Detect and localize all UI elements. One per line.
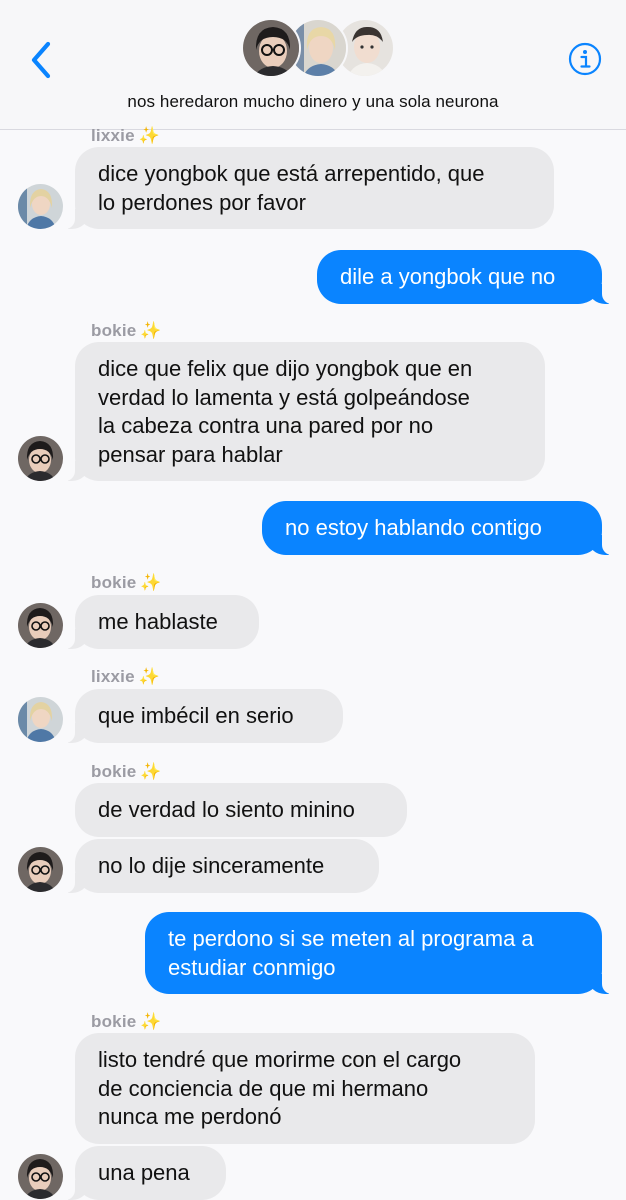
sender-name: bokie ✨ [91, 762, 162, 781]
group-avatars[interactable] [241, 18, 395, 80]
avatar-lixxie[interactable] [18, 184, 63, 229]
avatar-bokie[interactable] [18, 436, 63, 481]
message-bubble-incoming[interactable]: de verdad lo siento minino [75, 783, 407, 837]
message-bubble-incoming[interactable]: no lo dije sinceramente [61, 839, 379, 893]
sparkles-icon: ✨ [138, 126, 161, 145]
avatar-lixxie[interactable] [18, 697, 63, 742]
sender-name: bokie ✨ [91, 1012, 162, 1031]
group-avatar-1 [241, 18, 301, 78]
avatar-bokie[interactable] [18, 847, 63, 892]
sparkles-icon: ✨ [140, 321, 162, 340]
sender-name: bokie ✨ [91, 321, 162, 340]
sparkles-icon: ✨ [138, 667, 161, 686]
message-bubble-outgoing[interactable]: no estoy hablando contigo [262, 501, 616, 555]
message-bubble-incoming[interactable]: listo tendré que morirme con el cargo de… [75, 1033, 535, 1144]
avatar-bokie[interactable] [18, 603, 63, 648]
message-bubble-incoming[interactable]: dice yongbok que está arrepentido, que l… [61, 147, 554, 229]
chevron-left-icon[interactable] [26, 38, 56, 82]
message-bubble-incoming[interactable]: dice que felix que dijo yongbok que en v… [61, 342, 545, 481]
avatar-bokie[interactable] [18, 1154, 63, 1199]
message-bubble-outgoing[interactable]: te perdono si se meten al programa a est… [145, 912, 616, 994]
sender-name: bokie ✨ [91, 573, 162, 592]
sender-name: lixxie ✨ [91, 126, 161, 145]
message-bubble-incoming[interactable]: me hablaste [61, 595, 259, 649]
message-bubble-incoming[interactable]: una pena [61, 1146, 226, 1200]
conversation-header: nos heredaron mucho dinero y una sola ne… [0, 0, 626, 130]
message-bubble-incoming[interactable]: que imbécil en serio [61, 689, 343, 743]
message-bubble-outgoing[interactable]: dile a yongbok que no [317, 250, 616, 304]
group-name[interactable]: nos heredaron mucho dinero y una sola ne… [0, 92, 626, 112]
sparkles-icon: ✨ [140, 573, 162, 592]
info-circle-icon[interactable] [568, 42, 602, 76]
sparkles-icon: ✨ [140, 762, 162, 781]
sparkles-icon: ✨ [140, 1012, 162, 1031]
sender-name: lixxie ✨ [91, 667, 161, 686]
